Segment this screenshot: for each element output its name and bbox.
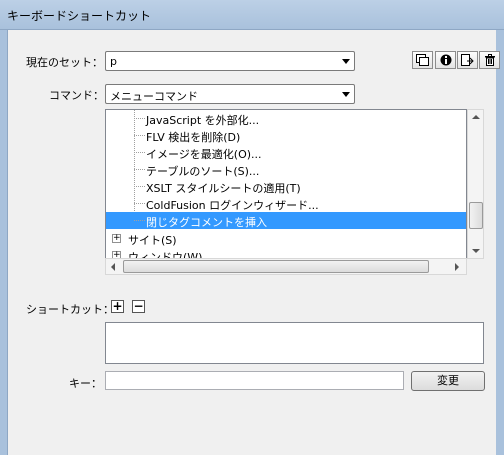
tree-item[interactable]: テーブルのソート(S)... — [106, 161, 466, 178]
scrollbar-corner — [467, 259, 484, 275]
expand-plus-icon[interactable]: + — [112, 234, 121, 243]
tree-branch — [134, 203, 145, 204]
scroll-left-icon[interactable] — [111, 263, 115, 271]
command-tree[interactable]: JavaScript を外部化... FLV 検出を削除(D) イメージを最適化… — [105, 109, 467, 273]
rename-set-icon — [440, 54, 451, 66]
add-shortcut-button[interactable]: + — [111, 300, 124, 313]
command-value: メニューコマンド — [110, 90, 198, 103]
tree-branch — [134, 118, 145, 119]
key-label: キー： — [69, 377, 102, 390]
command-label: コマンド： — [49, 89, 104, 102]
window-title: キーボードショートカット — [7, 9, 152, 23]
tree-item[interactable]: XSLT スタイルシートの適用(T) — [106, 178, 466, 195]
chevron-down-icon — [342, 59, 350, 64]
horizontal-scroll-thumb[interactable] — [123, 260, 429, 273]
tree-branch — [134, 220, 145, 221]
tree-item-label: イメージを最適化(O)... — [146, 148, 262, 161]
tree-item-label: サイト(S) — [128, 234, 177, 247]
change-button[interactable]: 変更 — [411, 371, 485, 391]
tree-item-label: FLV 検出を削除(D) — [146, 131, 241, 144]
current-set-select[interactable]: p — [105, 51, 355, 71]
window-frame-left — [0, 30, 8, 455]
duplicate-set-button[interactable] — [412, 51, 433, 69]
tree-item-label: JavaScript を外部化... — [146, 114, 260, 127]
shortcut-list[interactable] — [105, 322, 484, 364]
tree-branch — [134, 186, 145, 187]
delete-set-icon — [484, 54, 495, 66]
current-set-label: 現在のセット： — [26, 56, 103, 69]
export-set-button[interactable] — [457, 51, 478, 69]
tree-item[interactable]: + サイト(S) — [106, 230, 466, 247]
window-frame-right — [496, 30, 504, 455]
key-input[interactable] — [105, 371, 404, 390]
rename-set-button[interactable] — [435, 51, 456, 69]
tree-item[interactable]: JavaScript を外部化... — [106, 110, 466, 127]
remove-shortcut-button[interactable]: − — [132, 300, 145, 313]
tree-branch — [134, 169, 145, 170]
tree-item-label: テーブルのソート(S)... — [146, 165, 260, 178]
scroll-down-icon[interactable] — [472, 249, 480, 253]
scroll-right-icon[interactable] — [455, 263, 459, 271]
delete-set-button[interactable] — [479, 51, 500, 69]
tree-item[interactable]: ColdFusion ログインウィザード... — [106, 195, 466, 212]
tree-item-label: 閉じタグコメントを挿入 — [146, 216, 267, 229]
vertical-scrollbar[interactable] — [467, 109, 484, 259]
export-set-icon — [461, 54, 474, 66]
tree-branch — [134, 152, 145, 153]
title-bar[interactable]: キーボードショートカット — [0, 0, 504, 30]
shortcut-label: ショートカット： — [26, 303, 114, 316]
scroll-up-icon[interactable] — [472, 115, 480, 119]
tree-item-selected[interactable]: 閉じタグコメントを挿入 — [106, 212, 466, 229]
tree-branch — [134, 135, 145, 136]
vertical-scroll-thumb[interactable] — [469, 202, 483, 229]
horizontal-scrollbar[interactable] — [105, 258, 467, 275]
tree-item-label: XSLT スタイルシートの適用(T) — [146, 182, 301, 195]
tree-item-label: ColdFusion ログインウィザード... — [146, 199, 319, 212]
duplicate-set-icon — [416, 54, 429, 66]
command-select[interactable]: メニューコマンド — [105, 84, 355, 104]
current-set-value: p — [110, 55, 117, 68]
tree-item[interactable]: FLV 検出を削除(D) — [106, 127, 466, 144]
tree-item[interactable]: イメージを最適化(O)... — [106, 144, 466, 161]
chevron-down-icon — [342, 92, 350, 97]
